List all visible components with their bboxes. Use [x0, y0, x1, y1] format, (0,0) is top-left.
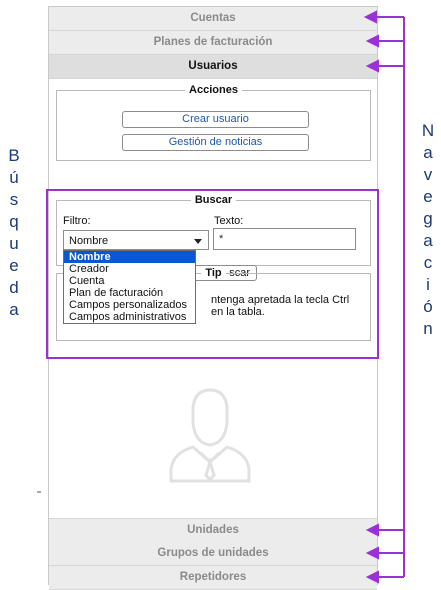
dropdown-option-campos-administrativos[interactable]: Campos administrativos — [64, 311, 195, 323]
dropdown-option-nombre[interactable]: Nombre — [64, 251, 195, 263]
navegacion-letter: c — [423, 253, 433, 272]
gestion-noticias-button[interactable]: Gestión de noticias — [122, 134, 309, 151]
section-header-usuarios[interactable]: Usuarios — [49, 55, 377, 79]
busqueda-letter: B — [8, 146, 20, 165]
user-silhouette-icon — [169, 388, 251, 483]
busqueda-letter: u — [9, 234, 19, 253]
filtro-select-value: Nombre — [69, 235, 109, 247]
dropdown-option-plan[interactable]: Plan de facturación — [64, 287, 195, 299]
busqueda-letter: q — [9, 212, 19, 231]
navegacion-letter: e — [423, 187, 433, 206]
tip-legend: Tip — [205, 267, 222, 279]
section-header-grupos[interactable]: Grupos de unidades — [49, 542, 377, 566]
navegacion-letter: g — [423, 209, 433, 228]
navegacion-letter: n — [423, 319, 433, 338]
filtro-dropdown-list[interactable]: Nombre Creador Cuenta Plan de facturació… — [63, 250, 196, 324]
dropdown-option-campos-personalizados[interactable]: Campos personalizados — [64, 299, 195, 311]
acciones-legend: Acciones — [189, 84, 238, 96]
busqueda-letter: s — [9, 190, 19, 209]
busqueda-letter: e — [9, 256, 19, 275]
section-header-repetidores[interactable]: Repetidores — [49, 566, 377, 590]
navegacion-letter: i — [426, 275, 430, 294]
chevron-down-icon — [194, 239, 202, 244]
filtro-select[interactable]: Nombre — [63, 230, 209, 250]
busqueda-letter: a — [9, 300, 19, 319]
navegacion-letter: N — [421, 121, 435, 140]
dropdown-option-cuenta[interactable]: Cuenta — [64, 275, 195, 287]
navegacion-letter: a — [423, 143, 433, 162]
section-header-unidades[interactable]: Unidades — [49, 518, 377, 543]
dropdown-option-creador[interactable]: Creador — [64, 263, 195, 275]
filtro-label: Filtro: — [63, 215, 91, 227]
buscar-legend: Buscar — [194, 194, 233, 206]
busqueda-letter: ú — [9, 168, 19, 187]
crear-usuario-button[interactable]: Crear usuario — [122, 111, 309, 128]
texto-label: Texto: — [214, 215, 244, 227]
busqueda-letter: d — [9, 278, 19, 297]
section-header-cuentas[interactable]: Cuentas — [49, 7, 377, 31]
navegacion-letter: a — [423, 231, 433, 250]
navegacion-letter: ó — [423, 297, 433, 316]
tip-line-1: ntenga apretada la tecla Ctrl — [211, 294, 350, 306]
tip-line-2: en la tabla. — [211, 306, 265, 318]
texto-input[interactable]: * — [213, 228, 356, 250]
navegacion-letter: v — [423, 165, 433, 184]
section-header-planes[interactable]: Planes de facturación — [49, 31, 377, 55]
